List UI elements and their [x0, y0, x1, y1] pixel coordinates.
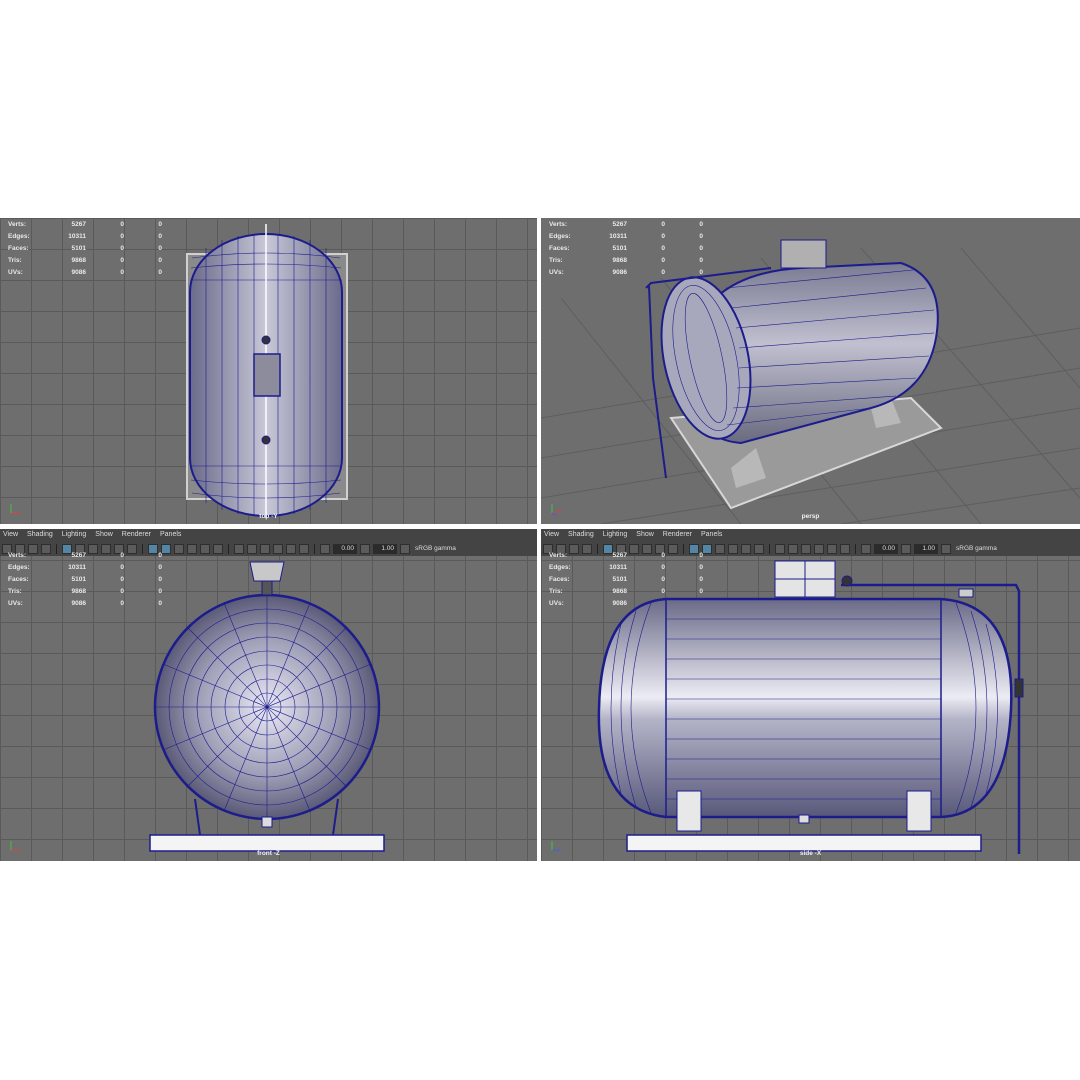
- tank-side-view: [597, 560, 1024, 854]
- viewport-front[interactable]: View Shading Lighting Show Renderer Panels 0.…: [0, 529, 537, 861]
- viewport-label-top: top -Y: [259, 513, 278, 520]
- viewport-label-side: side -X: [799, 850, 822, 857]
- tank-front-view: [149, 561, 385, 852]
- viewport-top[interactable]: Verts: 5267 0 0 Edges: 10311 0 0 Faces: 5101 0 0 …: [0, 218, 537, 524]
- tank-top-view: [186, 224, 348, 518]
- tank-persp-view: [541, 239, 1080, 524]
- viewport-persp[interactable]: Verts: 5267 0 0 Edges: 10311 0 0 Faces: 5101 0 0 …: [541, 218, 1080, 524]
- viewport-label-front: front -Z: [257, 850, 280, 857]
- viewport-side[interactable]: View Shading Lighting Show Renderer Panels 0.…: [541, 529, 1080, 861]
- viewport-label-persp: persp: [801, 513, 820, 520]
